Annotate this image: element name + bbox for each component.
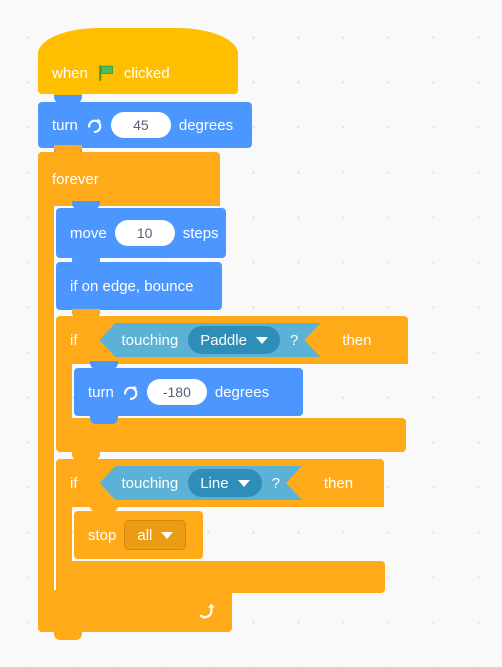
touching-target-value-line: Line: [200, 474, 229, 492]
clicked-label: clicked: [123, 64, 170, 82]
block-if-touching-paddle-header[interactable]: if touching Paddle ? then: [56, 309, 408, 364]
green-flag-icon: [96, 63, 116, 83]
move-steps-input[interactable]: 10: [114, 220, 175, 246]
forever-left-arm: [38, 206, 54, 590]
question-mark-paddle: ?: [289, 331, 299, 349]
if-label-line: if: [70, 474, 78, 492]
then-label-line: then: [323, 474, 354, 492]
touching-target-value-paddle: Paddle: [200, 331, 247, 349]
block-if-touching-line-header[interactable]: if touching Line ? then: [56, 452, 384, 507]
degrees-label: degrees: [178, 116, 234, 134]
block-move-steps[interactable]: move 10 steps: [56, 201, 226, 266]
stop-option-value: all: [137, 526, 153, 544]
turn-clockwise-icon-2: [122, 384, 139, 401]
block-forever-footer[interactable]: [38, 590, 232, 640]
stop-option-dropdown[interactable]: all: [124, 520, 187, 550]
loop-arrow-icon: [196, 600, 218, 622]
chevron-down-icon: [256, 337, 268, 344]
block-turn-right-45[interactable]: turn 45 degrees: [38, 95, 252, 156]
block-touching-paddle[interactable]: touching Paddle ?: [100, 323, 321, 357]
hat-cap: [38, 28, 238, 54]
question-mark-line: ?: [271, 474, 280, 492]
touching-label-line: touching: [121, 474, 179, 492]
stop-label: stop: [88, 526, 117, 544]
if-line-left-arm: [56, 507, 72, 561]
block-forever-header[interactable]: forever: [38, 145, 220, 206]
block-stop-all[interactable]: stop all: [74, 504, 203, 559]
then-label-paddle: then: [342, 331, 372, 349]
if-label-paddle: if: [70, 331, 78, 349]
steps-label: steps: [182, 224, 219, 242]
degrees-label-2: degrees: [214, 383, 270, 401]
forever-label: forever: [52, 170, 99, 188]
turn-degrees-input[interactable]: 45: [110, 112, 171, 138]
block-if-on-edge-bounce[interactable]: if on edge, bounce: [56, 255, 222, 318]
block-if-touching-line-footer[interactable]: [56, 561, 385, 601]
chevron-down-icon-2: [238, 480, 250, 487]
turn-degrees-input-2[interactable]: -180: [146, 379, 207, 405]
if-paddle-left-arm: [56, 364, 72, 418]
chevron-down-icon-3: [161, 531, 174, 539]
turn-label: turn: [52, 116, 78, 134]
when-label: when: [52, 64, 88, 82]
block-turn-right-minus180[interactable]: turn -180 degrees: [74, 361, 303, 424]
block-workspace[interactable]: when clicked turn 45 degrees forever mov…: [0, 0, 502, 667]
touching-label-paddle: touching: [121, 331, 179, 349]
block-when-flag-clicked[interactable]: when clicked: [38, 28, 238, 102]
move-label: move: [70, 224, 107, 242]
touching-target-dropdown-line[interactable]: Line: [188, 469, 261, 497]
turn-clockwise-icon: [86, 117, 103, 134]
if-on-edge-bounce-label: if on edge, bounce: [70, 277, 194, 295]
block-touching-line[interactable]: touching Line ?: [100, 466, 302, 500]
turn-label-2: turn: [88, 383, 114, 401]
touching-target-dropdown-paddle[interactable]: Paddle: [188, 326, 280, 354]
